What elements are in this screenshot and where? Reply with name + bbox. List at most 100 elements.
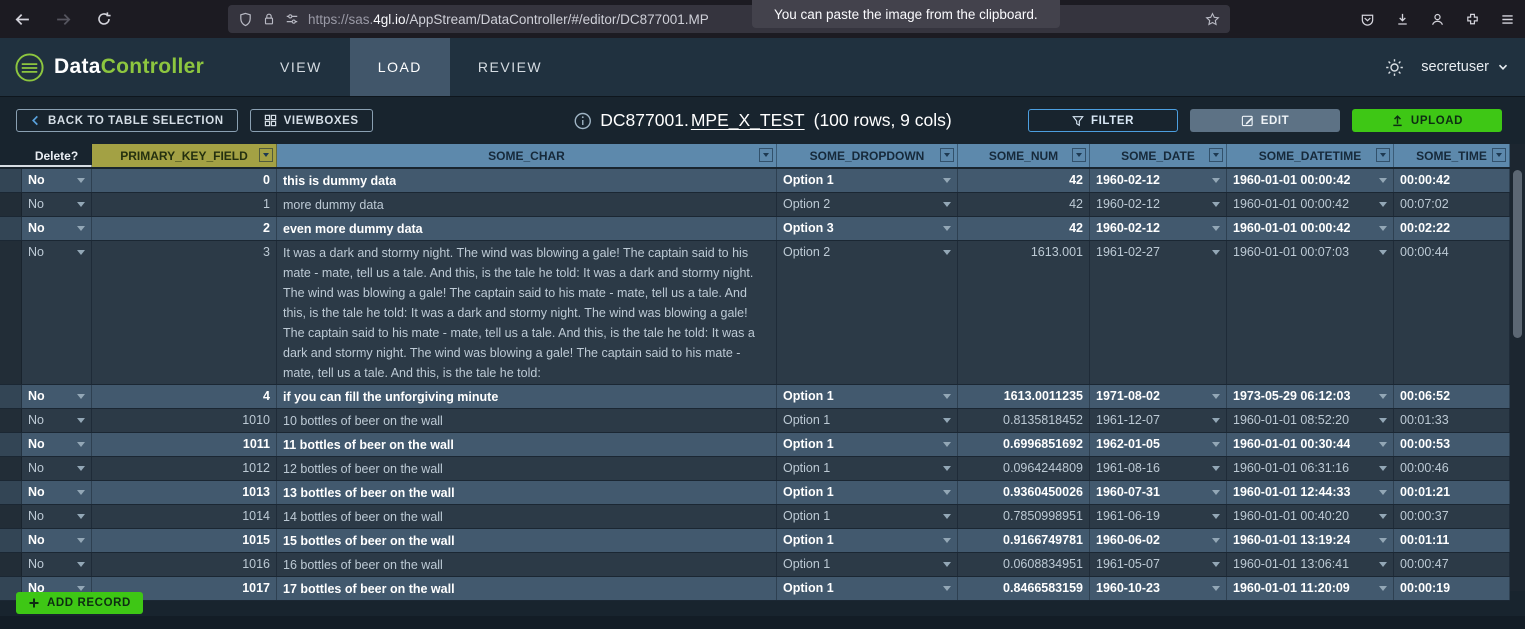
date-select-cell[interactable]: 1962-01-05: [1090, 433, 1227, 456]
column-header-some-datetime[interactable]: SOME_DATETIME: [1227, 144, 1394, 167]
delete-select-cell[interactable]: No: [22, 553, 92, 576]
some-num-cell[interactable]: 0.0964244809: [958, 457, 1090, 480]
table-name-link[interactable]: MPE_X_TEST: [691, 110, 805, 131]
dropdown-select-cell[interactable]: Option 1: [777, 481, 958, 504]
date-select-cell[interactable]: 1960-07-31: [1090, 481, 1227, 504]
some-num-cell[interactable]: 1613.0011235: [958, 385, 1090, 408]
some-char-cell[interactable]: 16 bottles of beer on the wall: [277, 553, 777, 576]
column-filter-button[interactable]: [259, 148, 273, 162]
delete-select-cell[interactable]: No: [22, 505, 92, 528]
primary-key-cell[interactable]: 3: [92, 241, 277, 384]
datetime-select-cell[interactable]: 1960-01-01 00:07:03: [1227, 241, 1394, 384]
some-char-cell[interactable]: 11 bottles of beer on the wall: [277, 433, 777, 456]
some-time-cell[interactable]: 00:00:47: [1394, 553, 1510, 576]
date-select-cell[interactable]: 1960-06-02: [1090, 529, 1227, 552]
primary-key-cell[interactable]: 0: [92, 169, 277, 192]
tab-review[interactable]: REVIEW: [450, 38, 570, 96]
datetime-select-cell[interactable]: 1960-01-01 00:40:20: [1227, 505, 1394, 528]
some-num-cell[interactable]: 42: [958, 169, 1090, 192]
dropdown-select-cell[interactable]: Option 1: [777, 529, 958, 552]
some-char-cell[interactable]: 14 bottles of beer on the wall: [277, 505, 777, 528]
dropdown-select-cell[interactable]: Option 2: [777, 193, 958, 216]
some-num-cell[interactable]: 42: [958, 217, 1090, 240]
datetime-select-cell[interactable]: 1973-05-29 06:12:03: [1227, 385, 1394, 408]
column-header-some-char[interactable]: SOME_CHAR: [277, 144, 777, 167]
primary-key-cell[interactable]: 1012: [92, 457, 277, 480]
lock-icon[interactable]: [262, 12, 276, 26]
app-logo[interactable]: DataController: [14, 38, 204, 96]
dropdown-select-cell[interactable]: Option 1: [777, 169, 958, 192]
delete-select-cell[interactable]: No: [22, 457, 92, 480]
some-char-cell[interactable]: 17 bottles of beer on the wall: [277, 577, 777, 600]
forward-icon[interactable]: [55, 11, 72, 28]
dropdown-select-cell[interactable]: Option 1: [777, 505, 958, 528]
column-header-some-time[interactable]: SOME_TIME: [1394, 144, 1510, 167]
primary-key-cell[interactable]: 1016: [92, 553, 277, 576]
some-time-cell[interactable]: 00:01:33: [1394, 409, 1510, 432]
bookmark-star-icon[interactable]: [1205, 12, 1220, 27]
delete-select-cell[interactable]: No: [22, 169, 92, 192]
back-icon[interactable]: [14, 11, 31, 28]
date-select-cell[interactable]: 1960-02-12: [1090, 169, 1227, 192]
dropdown-select-cell[interactable]: Option 1: [777, 553, 958, 576]
vertical-scrollbar[interactable]: [1510, 144, 1525, 591]
info-icon[interactable]: [573, 112, 591, 130]
column-filter-button[interactable]: [1072, 148, 1086, 162]
theme-toggle-icon[interactable]: [1384, 57, 1405, 78]
datetime-select-cell[interactable]: 1960-01-01 06:31:16: [1227, 457, 1394, 480]
some-num-cell[interactable]: 0.9360450026: [958, 481, 1090, 504]
pocket-icon[interactable]: [1360, 12, 1375, 27]
user-menu[interactable]: secretuser: [1421, 59, 1509, 75]
column-header-some-dropdown[interactable]: SOME_DROPDOWN: [777, 144, 958, 167]
primary-key-cell[interactable]: 1015: [92, 529, 277, 552]
delete-select-cell[interactable]: No: [22, 385, 92, 408]
delete-select-cell[interactable]: No: [22, 433, 92, 456]
menu-icon[interactable]: [1500, 12, 1515, 27]
column-header-primary-key-field[interactable]: PRIMARY_KEY_FIELD: [92, 144, 277, 167]
add-record-button[interactable]: ADD RECORD: [16, 592, 143, 614]
datetime-select-cell[interactable]: 1960-01-01 13:19:24: [1227, 529, 1394, 552]
datetime-select-cell[interactable]: 1960-01-01 08:52:20: [1227, 409, 1394, 432]
account-icon[interactable]: [1430, 12, 1445, 27]
upload-button[interactable]: UPLOAD: [1352, 109, 1502, 132]
column-header-delete[interactable]: Delete?: [22, 144, 92, 167]
column-header-some-num[interactable]: SOME_NUM: [958, 144, 1090, 167]
some-time-cell[interactable]: 00:02:22: [1394, 217, 1510, 240]
some-char-cell[interactable]: if you can fill the unforgiving minute: [277, 385, 777, 408]
date-select-cell[interactable]: 1961-08-16: [1090, 457, 1227, 480]
viewboxes-button[interactable]: VIEWBOXES: [250, 109, 373, 132]
delete-select-cell[interactable]: No: [22, 529, 92, 552]
primary-key-cell[interactable]: 1010: [92, 409, 277, 432]
dropdown-select-cell[interactable]: Option 1: [777, 577, 958, 600]
tab-view[interactable]: VIEW: [252, 38, 350, 96]
some-num-cell[interactable]: 0.6996851692: [958, 433, 1090, 456]
some-time-cell[interactable]: 00:00:44: [1394, 241, 1510, 384]
datetime-select-cell[interactable]: 1960-01-01 12:44:33: [1227, 481, 1394, 504]
date-select-cell[interactable]: 1960-10-23: [1090, 577, 1227, 600]
some-time-cell[interactable]: 00:06:52: [1394, 385, 1510, 408]
dropdown-select-cell[interactable]: Option 1: [777, 433, 958, 456]
some-num-cell[interactable]: 0.7850998951: [958, 505, 1090, 528]
address-bar[interactable]: https://sas.4gl.io/AppStream/DataControl…: [228, 5, 1230, 33]
delete-select-cell[interactable]: No: [22, 193, 92, 216]
some-time-cell[interactable]: 00:00:37: [1394, 505, 1510, 528]
datetime-select-cell[interactable]: 1960-01-01 00:00:42: [1227, 169, 1394, 192]
filter-button[interactable]: FILTER: [1028, 109, 1178, 132]
extensions-icon[interactable]: [1465, 12, 1480, 27]
primary-key-cell[interactable]: 4: [92, 385, 277, 408]
permissions-icon[interactable]: [285, 12, 299, 26]
column-filter-button[interactable]: [1376, 148, 1390, 162]
delete-select-cell[interactable]: No: [22, 241, 92, 384]
downloads-icon[interactable]: [1395, 12, 1410, 27]
some-char-cell[interactable]: 10 bottles of beer on the wall: [277, 409, 777, 432]
date-select-cell[interactable]: 1961-02-27: [1090, 241, 1227, 384]
datetime-select-cell[interactable]: 1960-01-01 13:06:41: [1227, 553, 1394, 576]
scrollbar-thumb[interactable]: [1513, 170, 1522, 338]
date-select-cell[interactable]: 1960-02-12: [1090, 217, 1227, 240]
primary-key-cell[interactable]: 1013: [92, 481, 277, 504]
some-time-cell[interactable]: 00:00:19: [1394, 577, 1510, 600]
date-select-cell[interactable]: 1961-06-19: [1090, 505, 1227, 528]
dropdown-select-cell[interactable]: Option 2: [777, 241, 958, 384]
some-time-cell[interactable]: 00:00:53: [1394, 433, 1510, 456]
some-char-cell[interactable]: even more dummy data: [277, 217, 777, 240]
